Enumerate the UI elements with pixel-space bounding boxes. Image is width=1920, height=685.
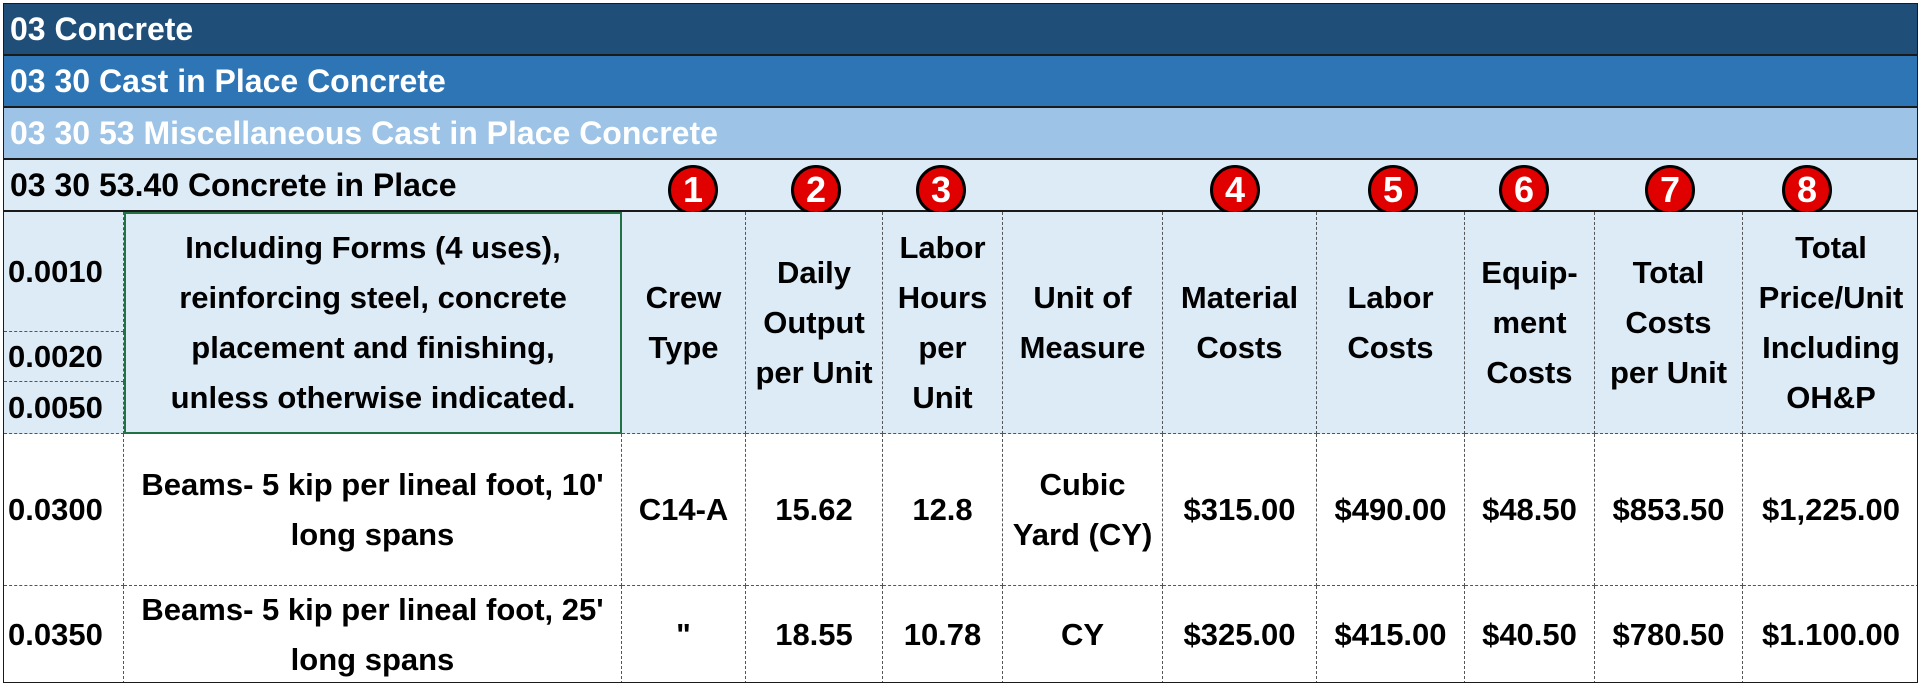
header-description: Including Forms (4 uses), reinforcing st… xyxy=(124,212,622,434)
row-1-daily-output: 15.62 xyxy=(746,434,883,586)
row-1-labor-hours: 12.8 xyxy=(883,434,1003,586)
header-labor-hours: Labor Hours per Unit xyxy=(883,212,1003,434)
division-header: 03 Concrete xyxy=(4,4,1917,56)
row-2-total-op: $1.100.00 xyxy=(1743,586,1917,682)
badge-8: 8 xyxy=(1782,165,1832,215)
row-2-unit: CY xyxy=(1003,586,1163,682)
row-1-description: Beams- 5 kip per lineal foot, 10' long s… xyxy=(124,434,622,586)
header-equipment-costs: Equip- ment Costs xyxy=(1465,212,1595,434)
badge-3: 3 xyxy=(916,165,966,215)
subsection-header: 03 30 53 Miscellaneous Cast in Place Con… xyxy=(4,108,1917,160)
header-unit-of-measure: Unit of Measure xyxy=(1003,212,1163,434)
header-total-price-op: Total Price/Unit Including OH&P xyxy=(1743,212,1917,434)
header-crew-type: Crew Type xyxy=(622,212,746,434)
header-code-2: 0.0020 xyxy=(4,332,124,382)
row-1-material: $315.00 xyxy=(1163,434,1317,586)
row-1-crew: C14-A xyxy=(622,434,746,586)
row-2-daily-output: 18.55 xyxy=(746,586,883,682)
row-2-code: 0.0350 xyxy=(4,586,124,682)
header-daily-output: Daily Output per Unit xyxy=(746,212,883,434)
badge-4: 4 xyxy=(1210,165,1260,215)
row-2-equipment: $40.50 xyxy=(1465,586,1595,682)
row-2-labor: $415.00 xyxy=(1317,586,1465,682)
badge-7: 7 xyxy=(1645,165,1695,215)
row-2-description: Beams- 5 kip per lineal foot, 25' long s… xyxy=(124,586,622,682)
header-code-1: 0.0010 xyxy=(4,212,124,332)
header-labor-costs: Labor Costs xyxy=(1317,212,1465,434)
row-1-total: $853.50 xyxy=(1595,434,1743,586)
header-material-costs: Material Costs xyxy=(1163,212,1317,434)
cost-data-sheet: 03 Concrete 03 30 Cast in Place Concrete… xyxy=(3,3,1918,683)
header-total-costs: Total Costs per Unit xyxy=(1595,212,1743,434)
row-1-labor: $490.00 xyxy=(1317,434,1465,586)
row-1-unit: Cubic Yard (CY) xyxy=(1003,434,1163,586)
badge-1: 1 xyxy=(668,165,718,215)
row-2-material: $325.00 xyxy=(1163,586,1317,682)
badge-5: 5 xyxy=(1368,165,1418,215)
badge-2: 2 xyxy=(791,165,841,215)
section-header: 03 30 Cast in Place Concrete xyxy=(4,56,1917,108)
row-1-equipment: $48.50 xyxy=(1465,434,1595,586)
badge-6: 6 xyxy=(1499,165,1549,215)
row-2-total: $780.50 xyxy=(1595,586,1743,682)
row-1-code: 0.0300 xyxy=(4,434,124,586)
row-1-total-op: $1,225.00 xyxy=(1743,434,1917,586)
header-code-3: 0.0050 xyxy=(4,382,124,434)
row-2-labor-hours: 10.78 xyxy=(883,586,1003,682)
row-2-crew: " xyxy=(622,586,746,682)
